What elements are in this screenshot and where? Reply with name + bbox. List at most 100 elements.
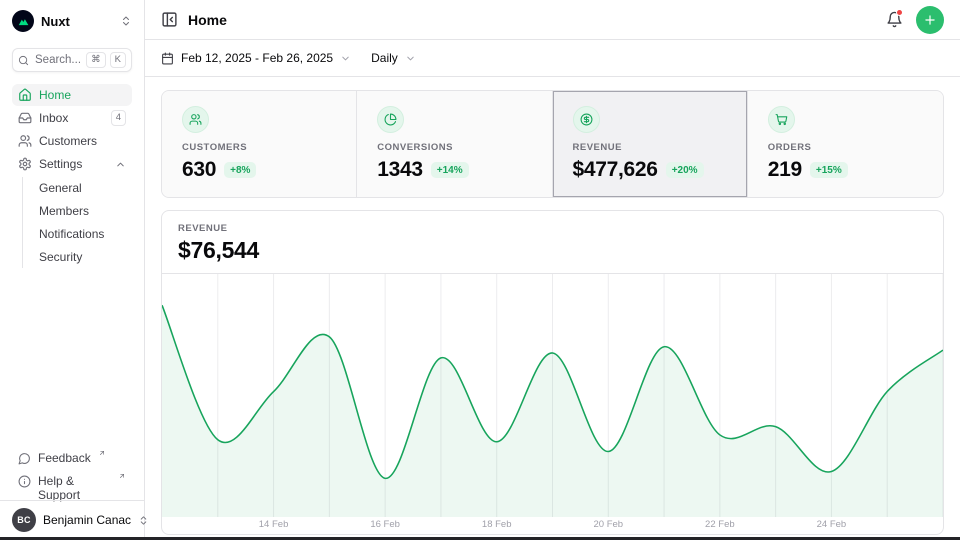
sidebar-item-home[interactable]: Home [12,84,132,106]
notifications-button[interactable] [886,11,903,28]
stats-row: CUSTOMERS 630 +8% CONVERSIONS 1343 +14% [161,90,944,198]
sidebar-item-members[interactable]: Members [35,200,132,222]
stat-label: CONVERSIONS [377,142,531,153]
chevrons-up-down-icon [120,15,132,27]
chevron-down-icon [405,53,416,64]
sidebar-item-security[interactable]: Security [35,246,132,268]
settings-sub-list: General Members Notifications Security [22,177,132,268]
revenue-chart-card: REVENUE $76,544 14 Feb 16 Feb 18 Feb 20 Feb… [161,210,944,535]
chart-header: REVENUE $76,544 [162,211,943,274]
message-circle-icon [18,452,31,465]
sidebar-footer: Feedback Help & Support [12,448,132,500]
stat-delta-badge: +20% [666,162,704,178]
avatar: BC [12,508,36,532]
feedback-link[interactable]: Feedback [12,448,132,470]
search-icon [18,55,29,66]
search-input[interactable] [33,53,82,67]
user-name: Benjamin Canac [43,513,131,527]
inbox-count-badge: 4 [111,110,126,126]
x-axis-label: 24 Feb [817,519,847,530]
stat-label: REVENUE [573,142,727,153]
users-icon [18,134,32,148]
app-window: Nuxt ⌘ K Home Inb [0,0,960,540]
plus-icon [923,13,937,27]
area-chart-svg [162,274,943,517]
stat-card-orders[interactable]: ORDERS 219 +15% [748,91,943,197]
sidebar-nav: Home Inbox 4 Customers Settings [12,84,132,268]
sidebar-item-general[interactable]: General [35,177,132,199]
revenue-area-chart[interactable] [162,274,943,517]
help-support-link[interactable]: Help & Support [12,471,132,493]
dollar-circle-icon [573,106,600,133]
footer-item-label: Help & Support [38,474,111,502]
header-actions [886,6,944,34]
stat-card-conversions[interactable]: CONVERSIONS 1343 +14% [357,91,552,197]
external-link-icon [98,449,106,457]
sidebar-item-settings[interactable]: Settings [12,153,132,175]
sidebar-item-notifications[interactable]: Notifications [35,223,132,245]
workspace-expand-button[interactable] [120,15,132,27]
external-link-icon [118,472,126,480]
stat-delta-badge: +15% [810,162,848,178]
page-title: Home [188,12,227,28]
info-icon [18,475,31,488]
gear-icon [18,157,32,171]
date-range-value: Feb 12, 2025 - Feb 26, 2025 [181,51,333,65]
chevron-up-icon [115,159,126,170]
home-icon [18,88,32,102]
notification-dot [896,9,903,16]
page-content: CUSTOMERS 630 +8% CONVERSIONS 1343 +14% [145,77,960,540]
chart-title: REVENUE [178,223,927,234]
sidebar-item-inbox[interactable]: Inbox 4 [12,107,132,129]
stat-delta-badge: +14% [431,162,469,178]
sidebar-item-customers[interactable]: Customers [12,130,132,152]
sub-item-label: Notifications [39,227,104,241]
x-axis-label: 22 Feb [705,519,735,530]
sidebar: Nuxt ⌘ K Home Inb [0,0,145,540]
main-area: Home Feb 12, 2025 - Feb 26, 2025 [145,0,960,540]
filter-toolbar: Feb 12, 2025 - Feb 26, 2025 Daily [145,40,960,77]
search-box[interactable]: ⌘ K [12,48,132,72]
x-axis-label: 14 Feb [259,519,289,530]
calendar-icon [161,52,174,65]
workspace-name: Nuxt [41,14,70,29]
kbd-k: K [110,52,126,68]
inbox-icon [18,111,32,125]
x-axis-label: 20 Feb [593,519,623,530]
chart-current-value: $76,544 [178,237,927,264]
stat-label: ORDERS [768,142,923,153]
kbd-cmd: ⌘ [86,52,106,68]
sub-item-label: Members [39,204,89,218]
sidebar-collapse-button[interactable] [161,11,178,28]
stat-card-revenue[interactable]: REVENUE $477,626 +20% [553,91,748,197]
x-axis-label: 16 Feb [370,519,400,530]
sidebar-item-label: Home [39,88,71,102]
sidebar-item-label: Customers [39,134,97,148]
stat-label: CUSTOMERS [182,142,336,153]
granularity-select[interactable]: Daily [371,51,416,65]
stat-delta-badge: +8% [224,162,256,178]
footer-item-label: Feedback [38,451,91,465]
add-button[interactable] [916,6,944,34]
user-menu[interactable]: BC Benjamin Canac [0,500,144,540]
x-axis-label: 18 Feb [482,519,512,530]
stat-value: 219 [768,158,802,182]
page-header: Home [145,0,960,40]
cart-icon [768,106,795,133]
users-icon [182,106,209,133]
stat-value: $477,626 [573,158,658,182]
sidebar-item-label: Inbox [39,111,68,125]
panel-left-close-icon [161,11,178,28]
stat-value: 1343 [377,158,423,182]
chevron-down-icon [340,53,351,64]
stat-card-customers[interactable]: CUSTOMERS 630 +8% [162,91,357,197]
sidebar-item-label: Settings [39,157,82,171]
stat-value: 630 [182,158,216,182]
nuxt-logo-icon [12,10,34,32]
sub-item-label: General [39,181,82,195]
workspace-switcher[interactable]: Nuxt [12,9,132,33]
date-range-picker[interactable]: Feb 12, 2025 - Feb 26, 2025 [161,51,351,65]
sub-item-label: Security [39,250,82,264]
granularity-value: Daily [371,51,398,65]
pie-chart-icon [377,106,404,133]
